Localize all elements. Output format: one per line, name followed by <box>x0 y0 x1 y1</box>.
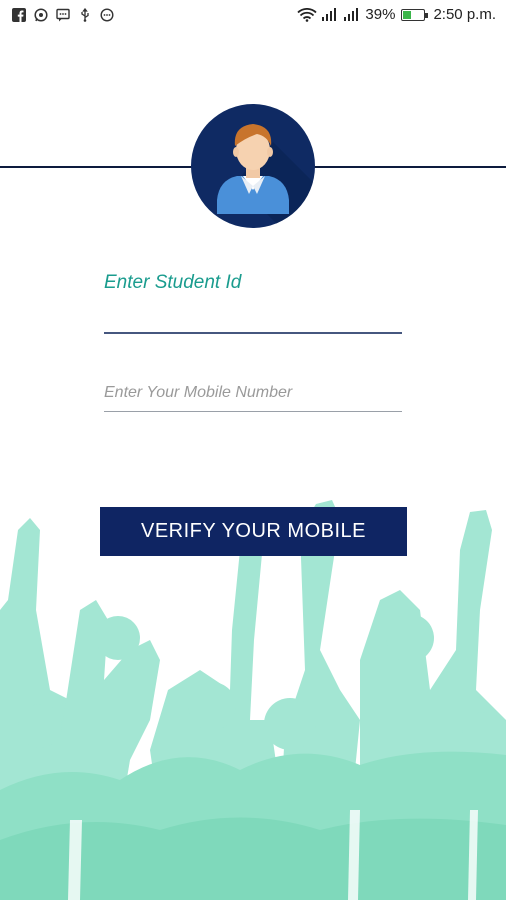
whatsapp-icon <box>34 8 48 22</box>
mobile-number-placeholder: Enter Your Mobile Number <box>104 384 293 401</box>
signal-icon <box>322 7 337 21</box>
verify-mobile-button[interactable]: VERIFY YOUR MOBILE <box>100 507 407 556</box>
mobile-number-field[interactable]: Enter Your Mobile Number <box>104 384 402 412</box>
status-bar: 39% 2:50 p.m. <box>0 0 506 32</box>
student-id-underline <box>104 332 402 334</box>
system-status: 39% 2:50 p.m. <box>297 6 496 23</box>
student-id-field[interactable]: Enter Student Id <box>104 272 402 334</box>
message-icon <box>56 8 70 22</box>
sync-icon <box>100 8 114 22</box>
battery-level <box>403 10 411 19</box>
student-id-label: Enter Student Id <box>104 272 242 293</box>
notification-icons <box>12 8 114 22</box>
battery-percent: 39% <box>365 6 396 23</box>
signal-icon <box>344 7 359 21</box>
mobile-number-underline <box>104 411 402 412</box>
wifi-icon <box>297 7 318 22</box>
battery-icon <box>401 8 429 21</box>
clock: 2:50 p.m. <box>433 6 496 23</box>
usb-icon <box>81 8 89 22</box>
student-icon <box>217 124 315 228</box>
avatar <box>191 104 315 228</box>
facebook-icon <box>12 8 26 22</box>
